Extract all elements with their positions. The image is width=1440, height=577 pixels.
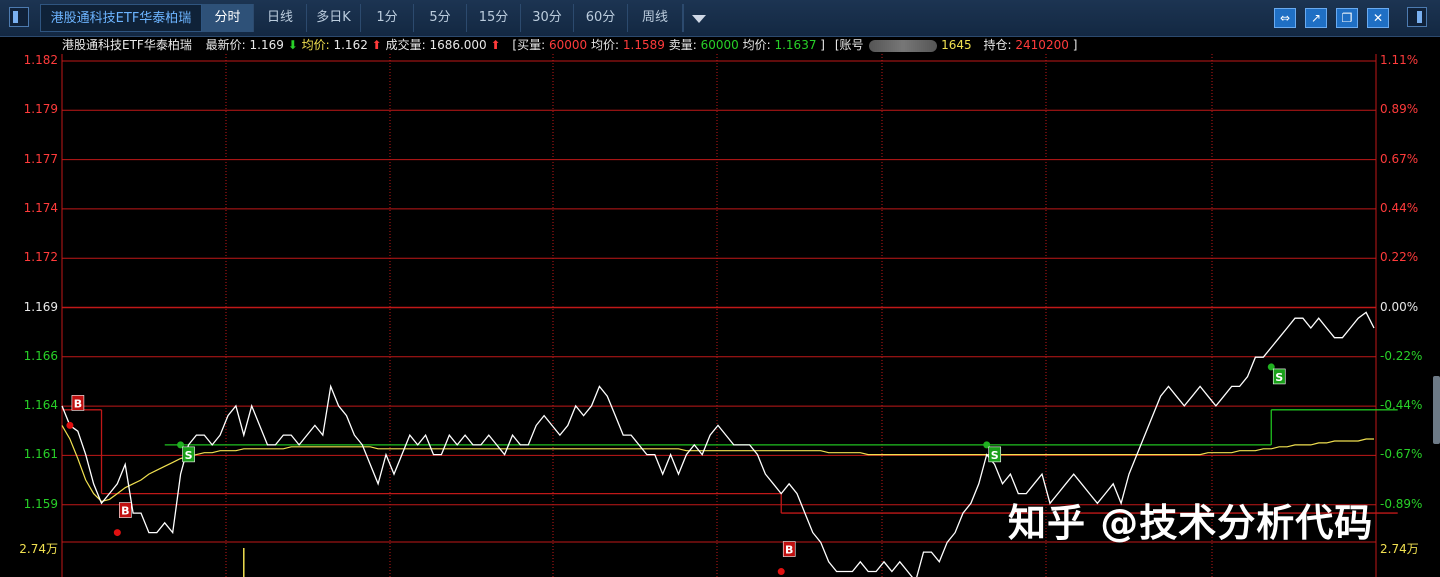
- right-tick-label: 0.67%: [1380, 151, 1419, 166]
- trade-marker-label: B: [785, 544, 793, 557]
- tab-5[interactable]: 15分: [467, 4, 521, 32]
- left-tick-label: 1.161: [23, 447, 58, 462]
- left-tick-label: 1.177: [23, 151, 58, 166]
- tab-1[interactable]: 日线: [254, 4, 307, 32]
- security-name-tab[interactable]: 港股通科技ETF华泰柏瑞: [40, 4, 202, 32]
- right-tick-label: -0.22%: [1380, 348, 1423, 363]
- right-tick-label: -0.44%: [1380, 398, 1423, 413]
- right-tick-label: 0.89%: [1380, 102, 1419, 117]
- volume-scale-right: 2.74万: [1380, 542, 1419, 556]
- close-icon[interactable]: ✕: [1367, 8, 1389, 28]
- tab-3[interactable]: 1分: [361, 4, 414, 32]
- top-toolbar: 港股通科技ETF华泰柏瑞 分时 日线 多日K 1分 5分 15分 30分 60分 周线 ⇔ ↗ …: [0, 0, 1440, 37]
- left-tick-label: 1.166: [23, 348, 58, 363]
- left-tick-label: 1.159: [23, 496, 58, 511]
- watermark: 知乎 @技术分析代码: [1008, 501, 1374, 545]
- more-periods-dropdown[interactable]: [683, 4, 714, 32]
- right-tick-label: 0.44%: [1380, 200, 1419, 215]
- left-tick-label: 1.179: [23, 102, 58, 117]
- tab-4[interactable]: 5分: [414, 4, 467, 32]
- trade-dot: [113, 529, 121, 537]
- right-tick-label: -0.89%: [1380, 496, 1423, 511]
- trade-marker-label: B: [121, 505, 129, 518]
- right-tick-label: 1.11%: [1380, 53, 1419, 67]
- scrollbar-handle[interactable]: [1433, 376, 1440, 444]
- side-panel-icon[interactable]: [1407, 7, 1427, 27]
- left-tick-label: 1.172: [23, 250, 58, 265]
- trade-marker-label: B: [74, 397, 82, 410]
- left-tick-label: 1.174: [23, 200, 58, 215]
- window-icon[interactable]: ❐: [1336, 8, 1358, 28]
- volume-scale-left: 2.74万: [19, 542, 58, 556]
- right-tick-label: -0.67%: [1380, 447, 1423, 462]
- trade-marker-label: S: [1275, 371, 1283, 384]
- right-tick-label: 0.22%: [1380, 250, 1419, 265]
- tab-6[interactable]: 30分: [521, 4, 574, 32]
- chevron-down-icon: [692, 15, 706, 23]
- tab-0[interactable]: 分时: [202, 4, 254, 32]
- export-icon[interactable]: ↗: [1305, 8, 1327, 28]
- trade-dot: [66, 421, 74, 429]
- left-tick-label: 1.182: [23, 53, 58, 67]
- tab-2[interactable]: 多日K: [307, 4, 361, 32]
- tab-8[interactable]: 周线: [628, 4, 683, 32]
- panel-toggle-icon[interactable]: [9, 7, 29, 27]
- link-icon[interactable]: ⇔: [1274, 8, 1296, 28]
- right-tick-label: 0.00%: [1380, 299, 1419, 314]
- trade-marker-label: S: [185, 449, 193, 462]
- avg-price-line: [61, 425, 1374, 503]
- left-tick-label: 1.169: [23, 299, 58, 314]
- tab-7[interactable]: 60分: [574, 4, 628, 32]
- left-tick-label: 1.164: [23, 398, 58, 413]
- trade-marker-label: S: [991, 449, 999, 462]
- trade-dot: [777, 568, 785, 576]
